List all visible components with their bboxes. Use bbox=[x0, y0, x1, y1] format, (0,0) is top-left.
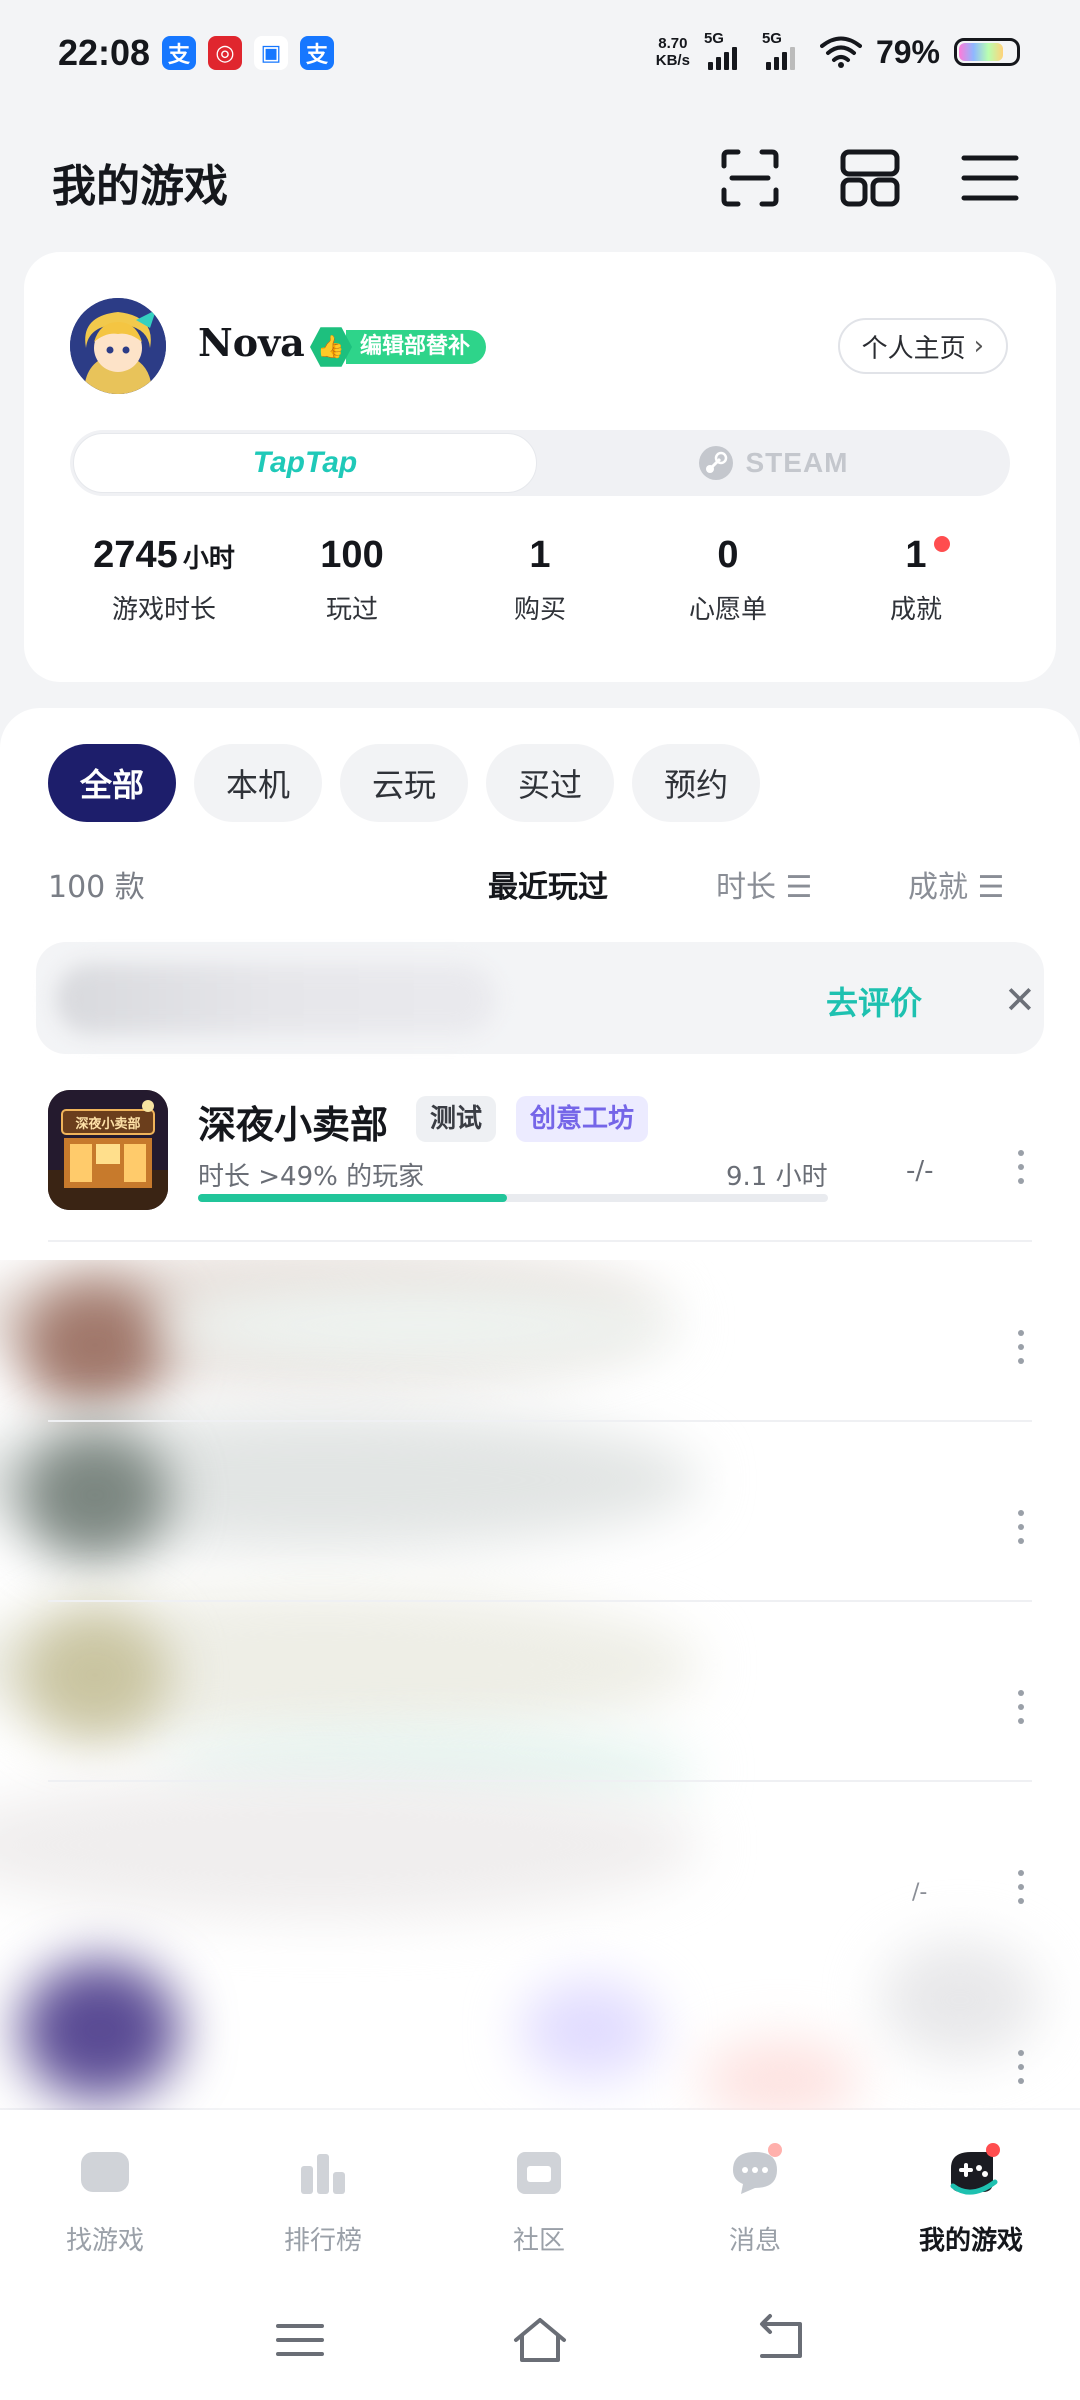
tab-messages[interactable]: 消息 bbox=[680, 2142, 830, 2257]
home-icon[interactable] bbox=[510, 2310, 570, 2370]
more-options-icon[interactable] bbox=[1016, 1150, 1026, 1184]
svg-text:深夜小卖部: 深夜小卖部 bbox=[75, 1116, 140, 1132]
bottom-tab-bar: 找游戏 排行榜 社区 消息 我的游戏 bbox=[0, 2110, 1080, 2280]
signal-5g-icon: 5G bbox=[704, 30, 748, 72]
more-options-icon[interactable] bbox=[1016, 1510, 1026, 1544]
scan-icon[interactable] bbox=[718, 146, 782, 210]
status-bar: 22:08 支 ◎ ▣ 支 8.70 KB/s 5G 5G 79% bbox=[0, 0, 1080, 110]
filter-reserved[interactable]: 预约 bbox=[632, 744, 761, 822]
message-icon bbox=[733, 2143, 782, 2194]
game-count: 100 款 bbox=[48, 870, 145, 905]
my-games-icon bbox=[950, 2143, 1000, 2195]
filter-cloud[interactable]: 云玩 bbox=[340, 744, 469, 822]
stat-achievements[interactable]: 1 成就 bbox=[822, 534, 1010, 626]
platform-toggle: TapTap STEAM bbox=[70, 430, 1010, 496]
alipay-icon: 支 bbox=[162, 36, 196, 70]
menu-icon[interactable] bbox=[958, 146, 1022, 210]
game-icon: 深夜小卖部 bbox=[48, 1090, 168, 1210]
leaderboard-icon bbox=[301, 2154, 345, 2194]
stat-played[interactable]: 100 玩过 bbox=[258, 534, 446, 626]
system-navigation bbox=[0, 2280, 1080, 2400]
game-row[interactable]: 深夜小卖部 深夜小卖部 测试 创意工坊 时长 >49% 的玩家 9.1 小时 -… bbox=[0, 1090, 1080, 1240]
filter-local[interactable]: 本机 bbox=[194, 744, 323, 822]
review-button[interactable]: 去评价 bbox=[826, 978, 922, 1024]
divider bbox=[48, 1240, 1032, 1242]
playtime-progress-fill bbox=[198, 1194, 507, 1202]
playtime-rank: 时长 >49% 的玩家 bbox=[198, 1162, 425, 1192]
filter-chips: 全部 本机 云玩 买过 预约 bbox=[48, 744, 761, 822]
filter-all[interactable]: 全部 bbox=[48, 744, 177, 822]
blurred-content bbox=[56, 964, 496, 1034]
widget-grid-icon[interactable] bbox=[838, 146, 902, 210]
close-icon[interactable]: ✕ bbox=[1004, 978, 1036, 1022]
divider bbox=[48, 1600, 1032, 1602]
sort-achievements[interactable]: 成就 ☰ bbox=[908, 862, 1004, 906]
platform-taptap-tab[interactable]: TapTap bbox=[73, 433, 537, 493]
badge-label: 编辑部替补 bbox=[346, 330, 487, 364]
notification-dot bbox=[934, 536, 950, 552]
page-title: 我的游戏 bbox=[52, 161, 228, 212]
tab-community[interactable]: 社区 bbox=[464, 2142, 614, 2257]
divider bbox=[48, 1780, 1032, 1782]
tab-find-games[interactable]: 找游戏 bbox=[30, 2142, 180, 2257]
battery-percent: 79% bbox=[875, 33, 940, 70]
wifi-icon bbox=[819, 36, 862, 68]
notification-icons: 支 ◎ ▣ 支 bbox=[162, 36, 334, 70]
community-icon bbox=[517, 2152, 561, 2194]
recent-apps-icon[interactable] bbox=[270, 2310, 330, 2370]
sort-recent[interactable]: 最近玩过 bbox=[488, 862, 608, 906]
more-options-icon[interactable] bbox=[1016, 1330, 1026, 1364]
net-speed: 8.70 KB/s bbox=[655, 35, 690, 69]
tag-test: 测试 bbox=[416, 1096, 497, 1142]
blurred-game-list: /- bbox=[0, 1260, 1080, 2160]
avatar[interactable] bbox=[70, 298, 166, 394]
profile-card: Nova 👍 编辑部替补 个人主页 › TapTap STEAM 2745 小时… bbox=[24, 252, 1056, 682]
more-options-icon[interactable] bbox=[1016, 1690, 1026, 1724]
back-icon[interactable] bbox=[750, 2310, 810, 2370]
filter-purchased[interactable]: 买过 bbox=[486, 744, 615, 822]
divider bbox=[48, 1420, 1032, 1422]
battery-icon bbox=[954, 38, 1020, 66]
status-time: 22:08 bbox=[58, 32, 151, 73]
username: Nova bbox=[198, 320, 305, 365]
profile-stats: 2745 小时 游戏时长 100 玩过 1 购买 0 心愿单 1 成就 bbox=[70, 534, 1010, 626]
tab-my-games[interactable]: 我的游戏 bbox=[896, 2142, 1046, 2257]
more-options-icon[interactable] bbox=[1016, 2050, 1026, 2084]
stat-playtime[interactable]: 2745 小时 游戏时长 bbox=[70, 534, 258, 626]
achievement-progress: -/- bbox=[906, 1156, 934, 1186]
alipay-icon: 支 bbox=[300, 36, 334, 70]
platform-steam-tab[interactable]: STEAM bbox=[540, 433, 1006, 493]
status-indicators: 8.70 KB/s 5G 5G 79% bbox=[655, 30, 1020, 72]
game-title: 深夜小卖部 bbox=[198, 1103, 389, 1147]
more-options-icon[interactable] bbox=[1016, 1870, 1026, 1904]
tag-workshop: 创意工坊 bbox=[516, 1096, 649, 1142]
playtime-progress bbox=[198, 1194, 828, 1202]
chevron-right-icon: › bbox=[973, 331, 984, 361]
stat-purchased[interactable]: 1 购买 bbox=[446, 534, 634, 626]
bank-icon: ◎ bbox=[208, 36, 242, 70]
stat-wishlist[interactable]: 0 心愿单 bbox=[634, 534, 822, 626]
editor-badge: 👍 编辑部替补 bbox=[310, 326, 487, 368]
sort-playtime[interactable]: 时长 ☰ bbox=[716, 862, 812, 906]
achievement-progress: /- bbox=[912, 1880, 928, 1905]
signal-5g-icon: 5G bbox=[762, 30, 806, 72]
review-prompt: 去评价 ✕ bbox=[36, 942, 1044, 1054]
tab-leaderboard[interactable]: 排行榜 bbox=[248, 2142, 398, 2257]
profile-home-button[interactable]: 个人主页 › bbox=[837, 318, 1008, 374]
playtime-hours: 9.1 小时 bbox=[726, 1162, 828, 1192]
chat-icon: ▣ bbox=[254, 36, 288, 70]
steam-icon bbox=[698, 446, 733, 480]
find-games-icon bbox=[81, 2152, 129, 2192]
